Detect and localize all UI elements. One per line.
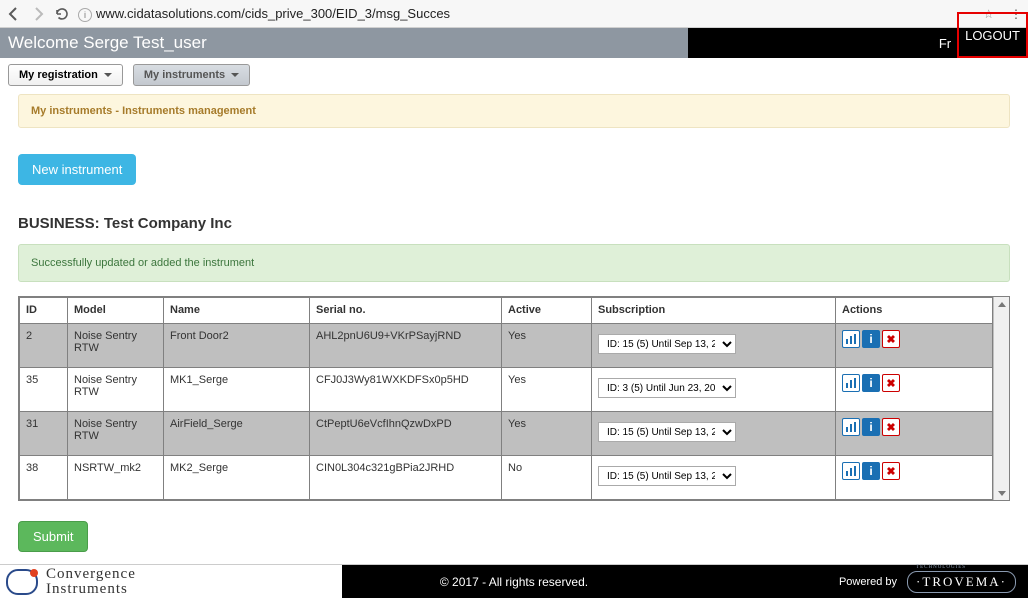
- col-id: ID: [20, 298, 68, 324]
- info-icon[interactable]: i: [78, 8, 92, 22]
- forward-icon[interactable]: [30, 6, 46, 22]
- info-icon[interactable]: i: [862, 330, 880, 348]
- col-name: Name: [164, 298, 310, 324]
- cell-model: Noise Sentry RTW: [68, 324, 164, 368]
- col-serial: Serial no.: [310, 298, 502, 324]
- cell-model: Noise Sentry RTW: [68, 368, 164, 412]
- address-bar[interactable]: i www.cidatasolutions.com/cids_prive_300/…: [78, 6, 975, 22]
- welcome-text: Welcome Serge Test_user: [0, 28, 688, 58]
- info-icon[interactable]: i: [862, 374, 880, 392]
- delete-icon[interactable]: ✖: [882, 462, 900, 480]
- footer-powered: Powered by TECHNOLOGIES·TROVEMA·: [686, 565, 1028, 598]
- menu-label: My registration: [19, 69, 98, 81]
- subscription-select[interactable]: ID: 15 (5) Until Sep 13, 2018: [598, 334, 736, 354]
- cell-subscription: ID: 15 (5) Until Sep 13, 2018: [592, 324, 836, 368]
- cell-serial: CtPeptU6eVcfIhnQzwDxPD: [310, 412, 502, 456]
- cell-actions: i✖: [836, 412, 993, 456]
- breadcrumb: My instruments - Instruments management: [18, 94, 1010, 128]
- table-scrollbar[interactable]: [993, 297, 1009, 500]
- table-row: 35Noise Sentry RTWMK1_SergeCFJ0J3Wy81WXK…: [20, 368, 993, 412]
- table-row: 2Noise Sentry RTWFront Door2AHL2pnU6U9+V…: [20, 324, 993, 368]
- cell-name: MK2_Serge: [164, 456, 310, 500]
- subscription-select[interactable]: ID: 15 (5) Until Sep 13, 2018: [598, 466, 736, 486]
- trovema-logo: TECHNOLOGIES·TROVEMA·: [907, 571, 1016, 593]
- stats-icon[interactable]: [842, 330, 860, 348]
- scroll-track[interactable]: [994, 311, 1009, 486]
- menu-label: My instruments: [144, 69, 225, 81]
- cell-model: NSRTW_mk2: [68, 456, 164, 500]
- scroll-up-icon[interactable]: [994, 297, 1009, 311]
- scroll-down-icon[interactable]: [994, 486, 1009, 500]
- cell-active: Yes: [502, 368, 592, 412]
- cell-serial: CFJ0J3Wy81WXKDFSx0p5HD: [310, 368, 502, 412]
- ci-brand-text: Convergence Instruments: [46, 567, 136, 597]
- cell-active: Yes: [502, 324, 592, 368]
- cell-subscription: ID: 3 (5) Until Jun 23, 2018: [592, 368, 836, 412]
- new-instrument-button[interactable]: New instrument: [18, 154, 136, 185]
- business-heading: BUSINESS: Test Company Inc: [18, 215, 1010, 232]
- menu-my-registration[interactable]: My registration: [8, 64, 123, 86]
- trovema-text: TROVEMA: [922, 574, 1000, 589]
- trovema-tech: TECHNOLOGIES: [916, 565, 966, 570]
- chevron-down-icon: [104, 73, 112, 77]
- ci-logo-icon: [6, 569, 38, 595]
- app-header: Welcome Serge Test_user Fr LOGOUT: [0, 28, 1028, 58]
- cell-active: No: [502, 456, 592, 500]
- cell-actions: i✖: [836, 368, 993, 412]
- info-icon[interactable]: i: [862, 418, 880, 436]
- instruments-table-wrap: ID Model Name Serial no. Active Subscrip…: [18, 296, 1010, 501]
- brand-line2: Instruments: [46, 582, 136, 597]
- subscription-select[interactable]: ID: 15 (5) Until Sep 13, 2018: [598, 422, 736, 442]
- cell-model: Noise Sentry RTW: [68, 412, 164, 456]
- chevron-down-icon: [231, 73, 239, 77]
- table-row: 38NSRTW_mk2MK2_SergeCIN0L304c321gBPia2JR…: [20, 456, 993, 500]
- logout-highlight: LOGOUT: [957, 12, 1028, 58]
- language-switch[interactable]: Fr: [933, 36, 957, 51]
- cell-serial: AHL2pnU6U9+VKrPSayjRND: [310, 324, 502, 368]
- subscription-select[interactable]: ID: 3 (5) Until Jun 23, 2018: [598, 378, 736, 398]
- cell-serial: CIN0L304c321gBPia2JRHD: [310, 456, 502, 500]
- instruments-table: ID Model Name Serial no. Active Subscrip…: [19, 297, 993, 500]
- stats-icon[interactable]: [842, 374, 860, 392]
- info-icon[interactable]: i: [862, 462, 880, 480]
- col-model: Model: [68, 298, 164, 324]
- col-actions: Actions: [836, 298, 993, 324]
- footer-copyright: © 2017 - All rights reserved.: [342, 565, 686, 598]
- brand-line1: Convergence: [46, 567, 136, 582]
- success-alert: Successfully updated or added the instru…: [18, 244, 1010, 282]
- footer: Convergence Instruments © 2017 - All rig…: [0, 564, 1028, 598]
- cell-actions: i✖: [836, 324, 993, 368]
- cell-name: MK1_Serge: [164, 368, 310, 412]
- delete-icon[interactable]: ✖: [882, 330, 900, 348]
- col-active: Active: [502, 298, 592, 324]
- submit-button[interactable]: Submit: [18, 521, 88, 552]
- cell-subscription: ID: 15 (5) Until Sep 13, 2018: [592, 412, 836, 456]
- url-text: www.cidatasolutions.com/cids_prive_300/E…: [96, 6, 450, 21]
- cell-actions: i✖: [836, 456, 993, 500]
- cell-subscription: ID: 15 (5) Until Sep 13, 2018: [592, 456, 836, 500]
- browser-toolbar: i www.cidatasolutions.com/cids_prive_300/…: [0, 0, 1028, 28]
- table-row: 31Noise Sentry RTWAirField_SergeCtPeptU6…: [20, 412, 993, 456]
- back-icon[interactable]: [6, 6, 22, 22]
- cell-name: AirField_Serge: [164, 412, 310, 456]
- logout-button[interactable]: LOGOUT: [965, 28, 1020, 43]
- stats-icon[interactable]: [842, 418, 860, 436]
- main-content: My instruments - Instruments management …: [0, 94, 1028, 552]
- cell-active: Yes: [502, 412, 592, 456]
- cell-id: 38: [20, 456, 68, 500]
- delete-icon[interactable]: ✖: [882, 418, 900, 436]
- reload-icon[interactable]: [54, 6, 70, 22]
- menu-my-instruments[interactable]: My instruments: [133, 64, 250, 86]
- col-subscription: Subscription: [592, 298, 836, 324]
- cell-id: 2: [20, 324, 68, 368]
- cell-id: 35: [20, 368, 68, 412]
- stats-icon[interactable]: [842, 462, 860, 480]
- cell-name: Front Door2: [164, 324, 310, 368]
- delete-icon[interactable]: ✖: [882, 374, 900, 392]
- footer-brand: Convergence Instruments: [0, 565, 342, 598]
- menu-bar: My registration My instruments: [0, 58, 1028, 92]
- header-right: Fr LOGOUT: [688, 28, 1028, 58]
- cell-id: 31: [20, 412, 68, 456]
